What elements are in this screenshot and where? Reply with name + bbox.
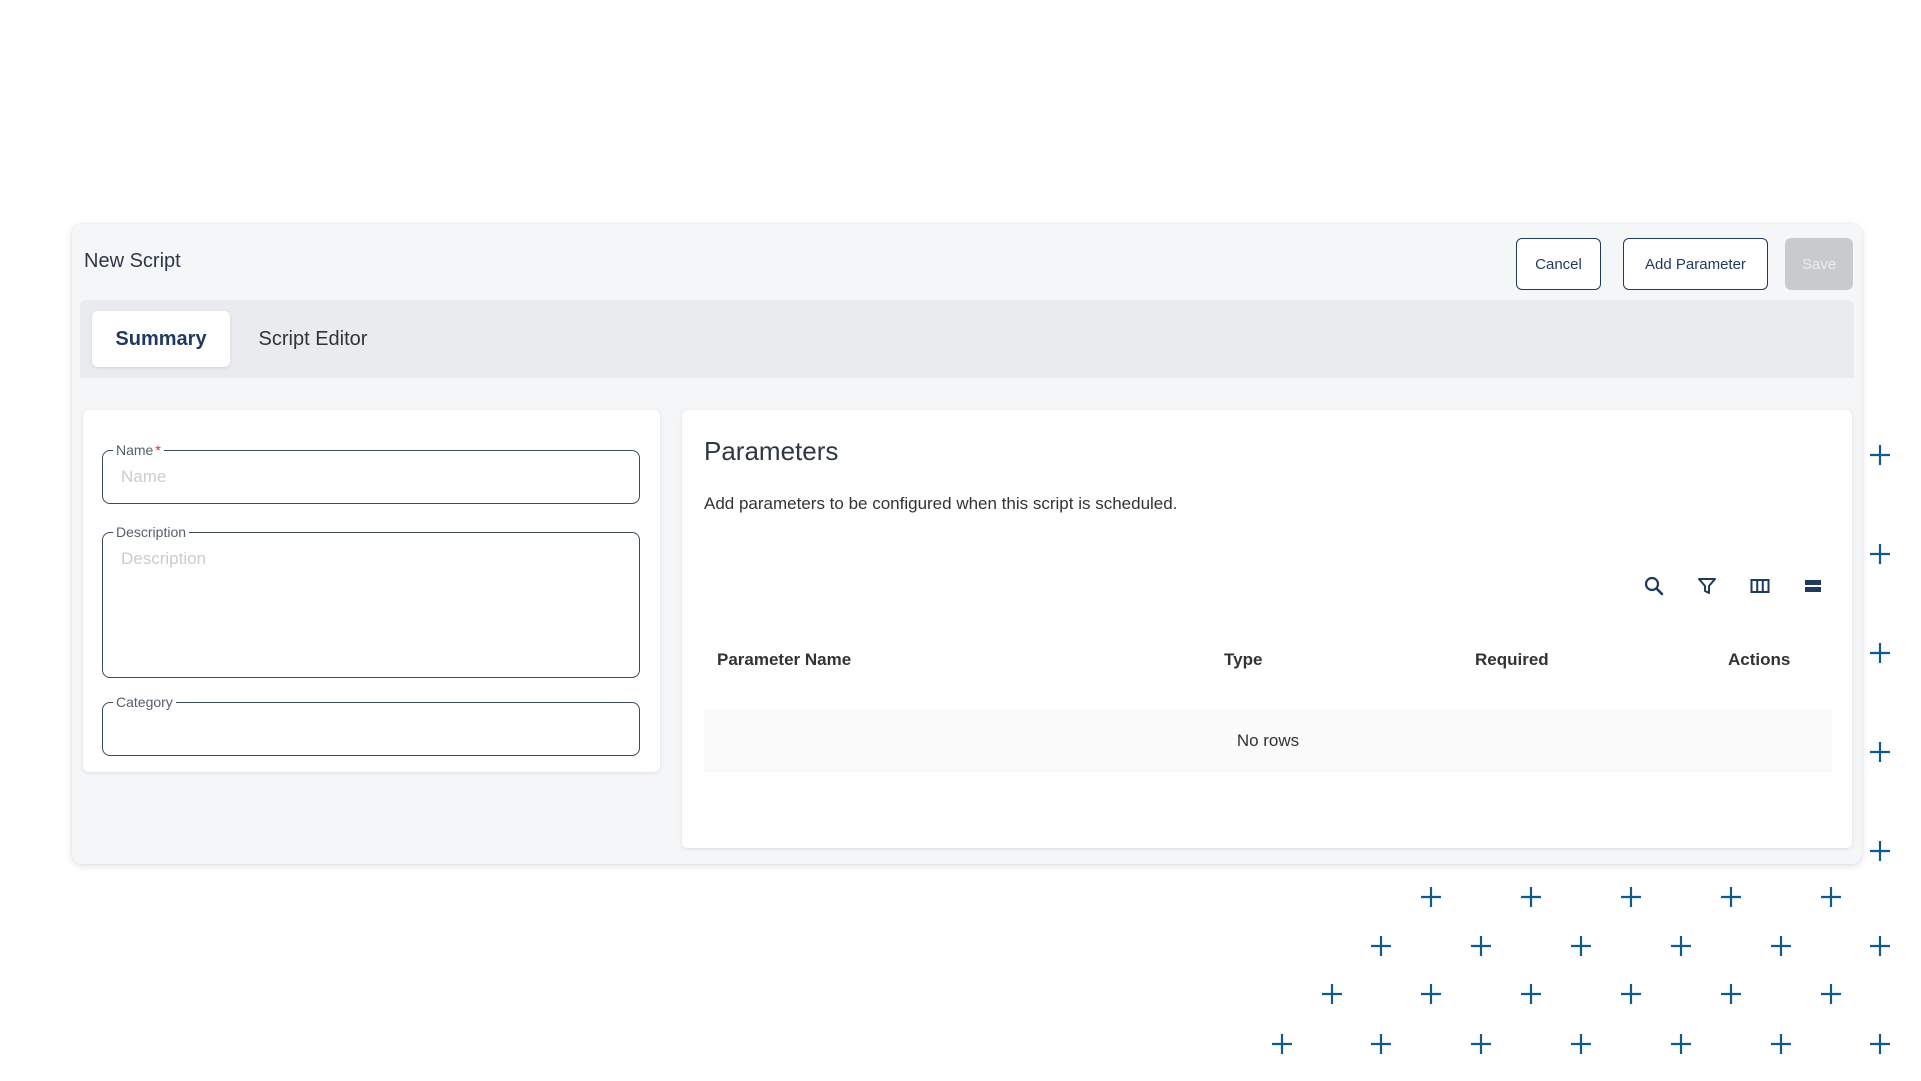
description-label: Description <box>113 524 190 540</box>
required-mark: * <box>155 442 161 458</box>
parameters-description: Add parameters to be configured when thi… <box>704 494 1178 513</box>
description-placeholder: Description <box>121 549 207 568</box>
page-title: New Script <box>84 250 181 272</box>
columns-icon[interactable] <box>1746 572 1774 600</box>
parameters-panel: Parameters Add parameters to be configur… <box>682 410 1852 848</box>
density-icon[interactable] <box>1799 572 1827 600</box>
tab-script-editor[interactable]: Script Editor <box>238 311 388 367</box>
category-label: Category <box>113 694 176 710</box>
column-header-parameter-name[interactable]: Parameter Name <box>717 650 851 670</box>
save-button[interactable]: Save <box>1785 238 1853 290</box>
add-parameter-button[interactable]: Add Parameter <box>1623 238 1768 290</box>
cancel-button[interactable]: Cancel <box>1516 238 1601 290</box>
name-field[interactable]: Name * Name <box>102 442 640 504</box>
column-header-required[interactable]: Required <box>1475 650 1549 670</box>
new-script-dialog: New Script Cancel Add Parameter Save Sum… <box>72 224 1862 864</box>
column-header-actions: Actions <box>1728 650 1791 669</box>
column-header-type[interactable]: Type <box>1224 650 1262 670</box>
tab-bar: Summary Script Editor <box>80 300 1854 378</box>
name-placeholder: Name <box>121 467 167 486</box>
search-icon[interactable] <box>1640 572 1668 600</box>
filter-icon[interactable] <box>1693 572 1721 600</box>
summary-form: Name * Name Description Description Categ… <box>83 410 660 772</box>
name-label: Name * <box>113 442 164 458</box>
parameters-title: Parameters <box>704 436 839 466</box>
category-field[interactable]: Category <box>102 694 640 756</box>
empty-table-message: No rows <box>704 710 1832 772</box>
description-field[interactable]: Description Description <box>102 524 640 678</box>
tab-summary[interactable]: Summary <box>92 311 230 367</box>
